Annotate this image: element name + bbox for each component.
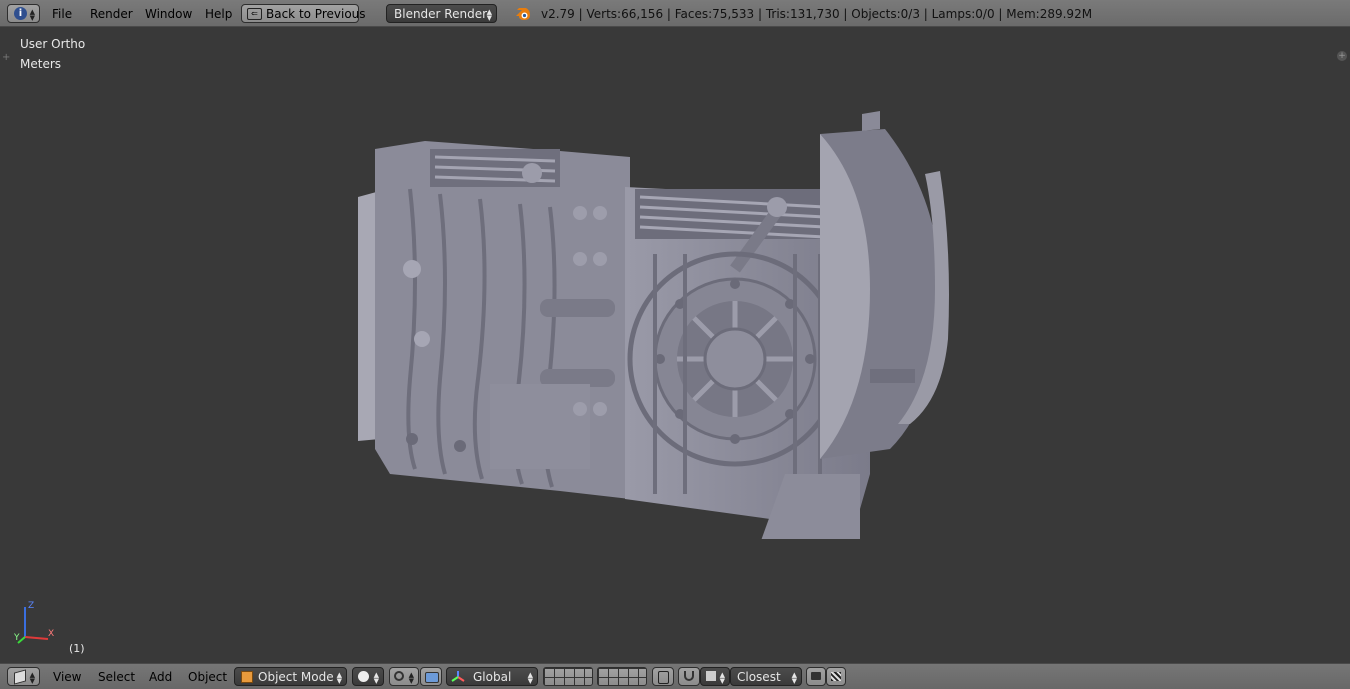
- menu-select[interactable]: Select: [98, 670, 135, 684]
- 3d-mesh-model[interactable]: [350, 79, 960, 539]
- mode-label: Object Mode: [258, 670, 334, 684]
- clapboard-icon: [831, 672, 841, 681]
- layer-buttons-2[interactable]: [597, 667, 647, 686]
- orientation-label: Global: [473, 670, 512, 684]
- viewport-shading-select[interactable]: ▲ ▼: [352, 667, 384, 686]
- chevron-updown-icon: ▲ ▼: [527, 671, 533, 685]
- snap-target-label: Closest: [737, 670, 781, 684]
- menu-view[interactable]: View: [53, 670, 81, 684]
- menu-help[interactable]: Help: [205, 7, 232, 21]
- top-header: i ▲ ▼ File Render Window Help ⇐ Back to P…: [0, 0, 1350, 27]
- chevron-updown-icon: ▲ ▼: [373, 671, 379, 685]
- cube-icon: [14, 669, 26, 685]
- chevron-updown-icon: ▲ ▼: [791, 671, 797, 685]
- snap-element-select[interactable]: ▲ ▼: [700, 667, 730, 686]
- render-engine-label: Blender Render: [394, 7, 488, 21]
- chevron-updown-icon: ▲ ▼: [719, 671, 725, 685]
- info-icon: i: [14, 7, 27, 20]
- axis-x-label: X: [48, 629, 55, 639]
- editor-type-button[interactable]: ▲ ▼: [7, 667, 40, 686]
- menu-render[interactable]: Render: [90, 7, 133, 21]
- menu-add[interactable]: Add: [149, 670, 172, 684]
- manipulator-axes-icon: [451, 671, 465, 682]
- snap-target-select[interactable]: Closest ▲ ▼: [730, 667, 802, 686]
- back-to-previous-button[interactable]: ⇐ Back to Previous: [241, 4, 366, 23]
- camera-icon: [811, 672, 821, 680]
- layers-icon: [658, 671, 669, 684]
- editor-type-button[interactable]: i ▲ ▼: [7, 4, 40, 23]
- manipulator-icon: [425, 672, 439, 683]
- snap-toggle[interactable]: [678, 667, 700, 686]
- pivot-point-select[interactable]: ▲ ▼: [389, 667, 419, 686]
- axis-y-label: Y: [14, 633, 20, 643]
- axis-z-label: Z: [28, 601, 35, 611]
- chevron-updown-icon: ▲ ▼: [408, 671, 414, 685]
- properties-toggle-icon[interactable]: +: [1337, 51, 1347, 61]
- render-engine-select[interactable]: Blender Render ▲ ▼: [386, 4, 497, 23]
- mode-select[interactable]: Object Mode ▲ ▼: [234, 667, 347, 686]
- menu-file[interactable]: File: [52, 7, 72, 21]
- toolshelf-toggle-icon[interactable]: +: [2, 52, 10, 63]
- chevron-updown-icon: ▲ ▼: [29, 671, 35, 685]
- scene-stats: v2.79 | Verts:66,156 | Faces:75,533 | Tr…: [541, 7, 1093, 21]
- manipulator-toggle[interactable]: [420, 667, 442, 686]
- chevron-updown-icon: ▲ ▼: [486, 8, 492, 22]
- back-to-previous-label: Back to Previous: [266, 7, 366, 21]
- opengl-animation-button[interactable]: [826, 667, 846, 686]
- orange-cube-icon: [241, 671, 253, 683]
- magnet-icon: [684, 671, 694, 681]
- back-icon: ⇐: [247, 8, 262, 20]
- snap-element-icon: [706, 671, 716, 681]
- frame-number: (1): [69, 642, 85, 655]
- layer-buttons-1[interactable]: [543, 667, 593, 686]
- view-name-label: User Ortho: [20, 37, 86, 51]
- chevron-updown-icon: ▲ ▼: [29, 8, 35, 22]
- pivot-icon: [394, 671, 404, 681]
- opengl-render-button[interactable]: [806, 667, 826, 686]
- menu-window[interactable]: Window: [145, 7, 192, 21]
- units-label: Meters: [20, 57, 62, 71]
- menu-object[interactable]: Object: [188, 670, 227, 684]
- blender-logo-icon: [516, 8, 530, 20]
- chevron-updown-icon: ▲ ▼: [336, 671, 342, 685]
- 3d-viewport[interactable]: User Ortho Meters + + Z Y X (1): [0, 27, 1350, 663]
- 3d-view-header: ▲ ▼ View Select Add Object Object Mode ▲ ▼…: [0, 663, 1350, 689]
- transform-orientation-select[interactable]: Global ▲ ▼: [446, 667, 538, 686]
- solid-sphere-icon: [358, 671, 369, 682]
- lock-camera-layers-toggle[interactable]: [652, 667, 674, 686]
